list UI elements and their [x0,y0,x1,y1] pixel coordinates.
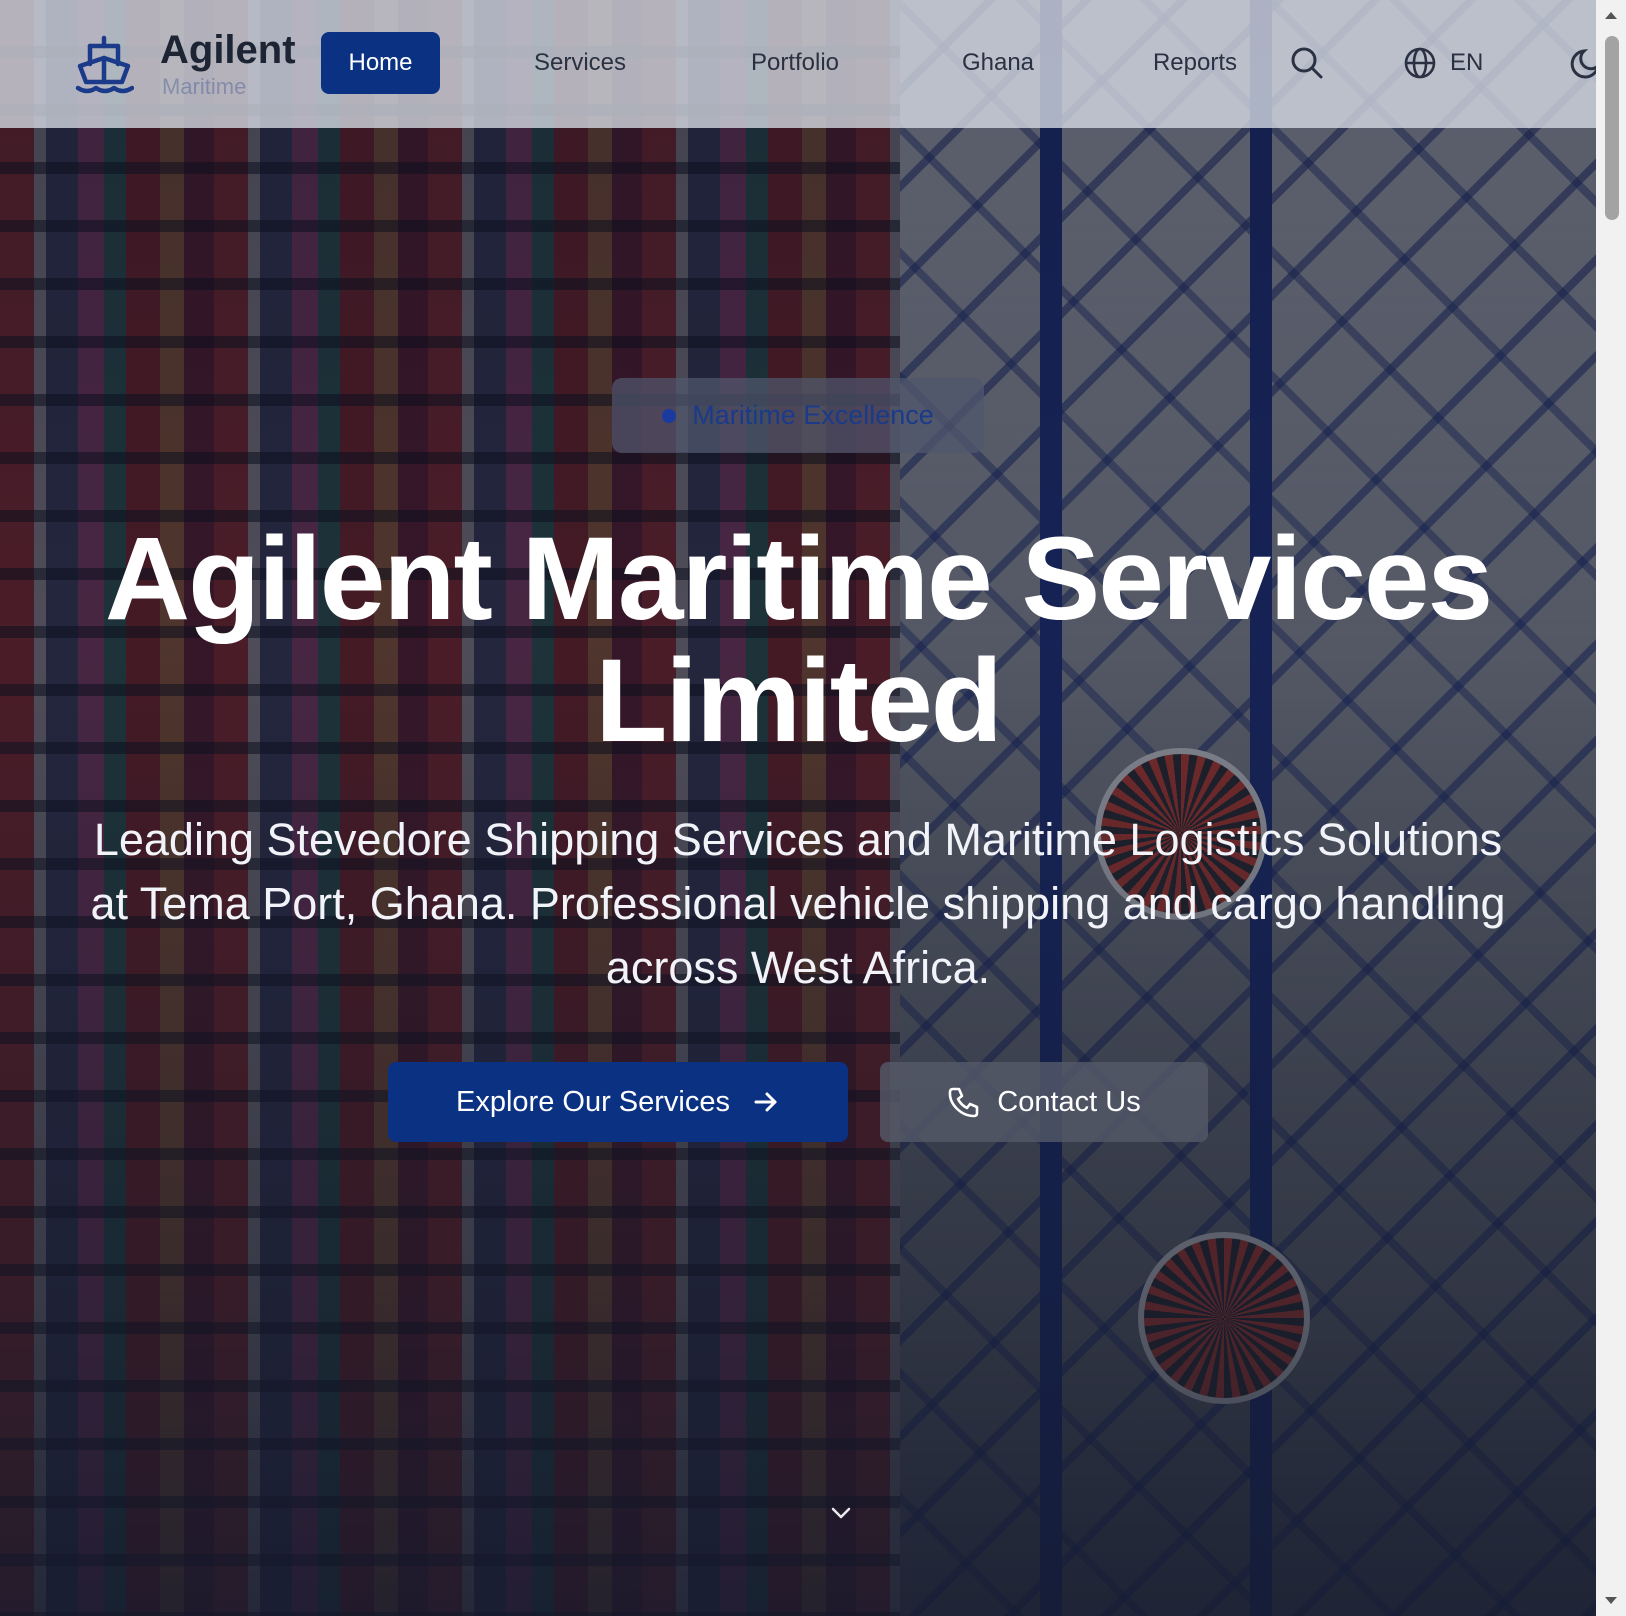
nav-ghana[interactable]: Ghana [918,32,1078,94]
nav-portfolio[interactable]: Portfolio [715,32,875,94]
site-header: Agilent Maritime Home Services Portfolio… [0,0,1601,128]
contact-us-button[interactable]: Contact Us [880,1062,1208,1142]
hero-description: Leading Stevedore Shipping Services and … [90,814,1506,993]
badge-label: Maritime Excellence [692,400,934,430]
explore-services-button[interactable]: Explore Our Services [388,1062,848,1142]
hero-title-line-1: Agilent Maritime Services [104,513,1493,645]
chevron-down-icon[interactable] [830,1505,852,1521]
scrollbar-thumb[interactable] [1605,36,1619,220]
hero-title: Agilent Maritime Services Limited [30,518,1566,762]
contact-us-label: Contact Us [997,1085,1141,1118]
arrow-right-icon [754,1092,777,1112]
badge-dot [662,408,677,423]
globe-icon [1404,47,1436,79]
scroll-down-arrow-icon[interactable] [1604,1596,1618,1606]
hero-title-line-2: Limited [595,635,1003,767]
hero-badge: Maritime Excellence [612,378,984,453]
nav-services[interactable]: Services [500,32,660,94]
page-scrollbar[interactable] [1596,0,1626,1616]
nav-home[interactable]: Home [321,32,440,94]
scroll-up-arrow-icon[interactable] [1604,10,1618,20]
ship-icon[interactable] [74,34,134,94]
language-selector[interactable]: EN [1404,44,1483,82]
language-label: EN [1450,49,1484,76]
brand-name[interactable]: Agilent [160,28,296,73]
brand-tagline: Maritime [162,74,247,99]
explore-services-label: Explore Our Services [456,1085,730,1118]
phone-icon [948,1087,979,1118]
nav-reports[interactable]: Reports [1115,32,1275,94]
search-icon[interactable] [1290,46,1324,80]
